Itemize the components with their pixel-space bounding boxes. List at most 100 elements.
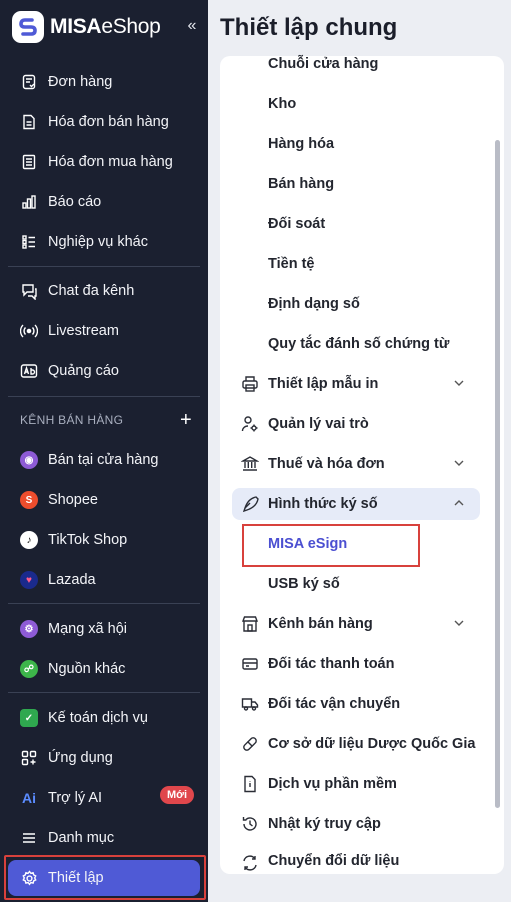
- menu-national-drug-db[interactable]: Cơ sở dữ liệu Dược Quốc Gia: [232, 728, 480, 760]
- collapse-sidebar-button[interactable]: «: [184, 16, 200, 36]
- nav-item-lazada[interactable]: ♥ Lazada: [8, 562, 200, 598]
- sidebar-divider: [8, 266, 200, 267]
- panel-scrollbar[interactable]: [495, 140, 500, 808]
- nav-item-sales-invoice[interactable]: Hóa đơn bán hàng: [8, 104, 200, 140]
- menu-access-log[interactable]: Nhật ký truy cập: [232, 808, 480, 840]
- nav-label: Kế toán dịch vụ: [48, 710, 148, 726]
- nav-item-ads[interactable]: Quảng cáo: [8, 353, 200, 389]
- nav-item-livestream[interactable]: Livestream: [8, 313, 200, 349]
- menu-tax-invoice[interactable]: Thuế và hóa đơn: [232, 448, 480, 480]
- pill-icon: [240, 734, 260, 754]
- nav-label: Mạng xã hội: [48, 621, 127, 637]
- new-badge: Mới: [160, 786, 195, 804]
- nav-item-shopee[interactable]: S Shopee: [8, 482, 200, 518]
- menu-icon: [20, 829, 38, 847]
- settings-item-number-format[interactable]: Định dạng số: [268, 293, 360, 315]
- chat-icon: [20, 282, 38, 300]
- nav-item-social[interactable]: ⚙ Mạng xã hội: [8, 611, 200, 647]
- menu-software-services[interactable]: Dịch vụ phần mềm: [232, 768, 480, 800]
- card-icon: [240, 654, 260, 674]
- doc-icon: [240, 774, 260, 794]
- printer-icon: [240, 374, 260, 394]
- menu-label: Quản lý vai trò: [268, 416, 369, 432]
- livestream-icon: [20, 322, 38, 340]
- pen-icon: [240, 494, 260, 514]
- list-icon: [20, 233, 38, 251]
- history-icon: [240, 814, 260, 834]
- purchase-invoice-icon: [20, 153, 38, 171]
- nav-item-other-operations[interactable]: Nghiệp vụ khác: [8, 224, 200, 260]
- menu-shipping-partners[interactable]: Đối tác vận chuyển: [232, 688, 480, 720]
- shop-icon: [240, 614, 260, 634]
- menu-label: Nhật ký truy cập: [268, 816, 381, 832]
- menu-label: Chuyển đổi dữ liệu: [268, 853, 400, 869]
- nav-item-tiktok[interactable]: ♪ TikTok Shop: [8, 522, 200, 558]
- settings-item-document-numbering[interactable]: Quy tắc đánh số chứng từ: [268, 333, 449, 355]
- sidebar-divider: [8, 396, 200, 397]
- menu-sales-channels[interactable]: Kênh bán hàng: [232, 608, 480, 640]
- menu-data-conversion[interactable]: Chuyển đổi dữ liệu: [232, 848, 480, 874]
- apps-icon: [20, 749, 38, 767]
- misa-esign-highlight-outline: [242, 524, 420, 567]
- nav-label: Trợ lý AI: [48, 790, 103, 806]
- nav-item-catalog[interactable]: Danh mục: [8, 820, 200, 856]
- nav-item-orders[interactable]: Đơn hàng: [8, 64, 200, 100]
- settings-item-reconciliation[interactable]: Đối soát: [268, 213, 325, 235]
- nav-item-report[interactable]: Báo cáo: [8, 184, 200, 220]
- report-icon: [20, 193, 38, 211]
- settings-item-store-chain[interactable]: Chuỗi cửa hàng: [268, 53, 378, 75]
- nav-item-in-store[interactable]: ◉ Bán tại cửa hàng: [8, 442, 200, 478]
- sidebar-divider: [8, 692, 200, 693]
- nav-label: Lazada: [48, 572, 96, 588]
- nav-label: Hóa đơn bán hàng: [48, 114, 169, 130]
- nav-label: Shopee: [48, 492, 98, 508]
- page-title: Thiết lập chung: [220, 14, 398, 41]
- cart-icon: ☍: [20, 660, 38, 678]
- menu-label: Dịch vụ phần mềm: [268, 776, 397, 792]
- nav-label: Nghiệp vụ khác: [48, 234, 148, 250]
- nav-label: Quảng cáo: [48, 363, 119, 379]
- menu-label: Đối tác vận chuyển: [268, 696, 401, 712]
- settings-item-currency[interactable]: Tiền tệ: [268, 253, 314, 275]
- nav-item-other-sources[interactable]: ☍ Nguồn khác: [8, 651, 200, 687]
- menu-label: Kênh bán hàng: [268, 616, 373, 632]
- nav-label: Bán tại cửa hàng: [48, 452, 159, 468]
- nav-item-accounting[interactable]: ✓ Kế toán dịch vụ: [8, 700, 200, 736]
- menu-print-templates[interactable]: Thiết lập mẫu in: [232, 368, 480, 400]
- nav-item-apps[interactable]: Ứng dụng: [8, 740, 200, 776]
- sidebar-divider: [8, 603, 200, 604]
- tiktok-icon: ♪: [20, 531, 38, 549]
- shopee-icon: S: [20, 491, 38, 509]
- settings-item-warehouse[interactable]: Kho: [268, 93, 296, 115]
- settings-item-sales[interactable]: Bán hàng: [268, 173, 334, 195]
- nav-label: Nguồn khác: [48, 661, 126, 677]
- menu-label: Hình thức ký số: [268, 496, 378, 512]
- accounting-icon: ✓: [20, 709, 38, 727]
- lazada-icon: ♥: [20, 571, 38, 589]
- menu-role-management[interactable]: Quản lý vai trò: [232, 408, 480, 440]
- nav-label: Đơn hàng: [48, 74, 113, 90]
- chevron-down-icon: [454, 620, 464, 626]
- menu-label: Thuế và hóa đơn: [268, 456, 385, 472]
- nav-label: Livestream: [48, 323, 119, 339]
- user-gear-icon: [240, 414, 260, 434]
- menu-label: Cơ sở dữ liệu Dược Quốc Gia: [268, 736, 476, 752]
- ai-icon: Ai: [22, 790, 36, 806]
- convert-icon: [240, 853, 260, 873]
- settings-item-usb-token[interactable]: USB ký số: [268, 573, 340, 595]
- menu-digital-signature[interactable]: Hình thức ký số: [232, 488, 480, 520]
- nav-item-purchase-invoice[interactable]: Hóa đơn mua hàng: [8, 144, 200, 180]
- add-channel-button[interactable]: +: [180, 410, 192, 430]
- brand-logo[interactable]: MISAeShop: [12, 10, 161, 44]
- sales-invoice-icon: [20, 113, 38, 131]
- menu-label: Thiết lập mẫu in: [268, 376, 379, 392]
- brand-name: MISAeShop: [50, 15, 161, 38]
- nav-item-chat[interactable]: Chat đa kênh: [8, 273, 200, 309]
- menu-payment-partners[interactable]: Đối tác thanh toán: [232, 648, 480, 680]
- order-icon: [20, 73, 38, 91]
- misa-logo-icon: [12, 11, 44, 43]
- truck-icon: [240, 694, 260, 714]
- social-icon: ⚙: [20, 620, 38, 638]
- settings-highlight-outline: [4, 855, 206, 900]
- settings-item-goods[interactable]: Hàng hóa: [268, 133, 334, 155]
